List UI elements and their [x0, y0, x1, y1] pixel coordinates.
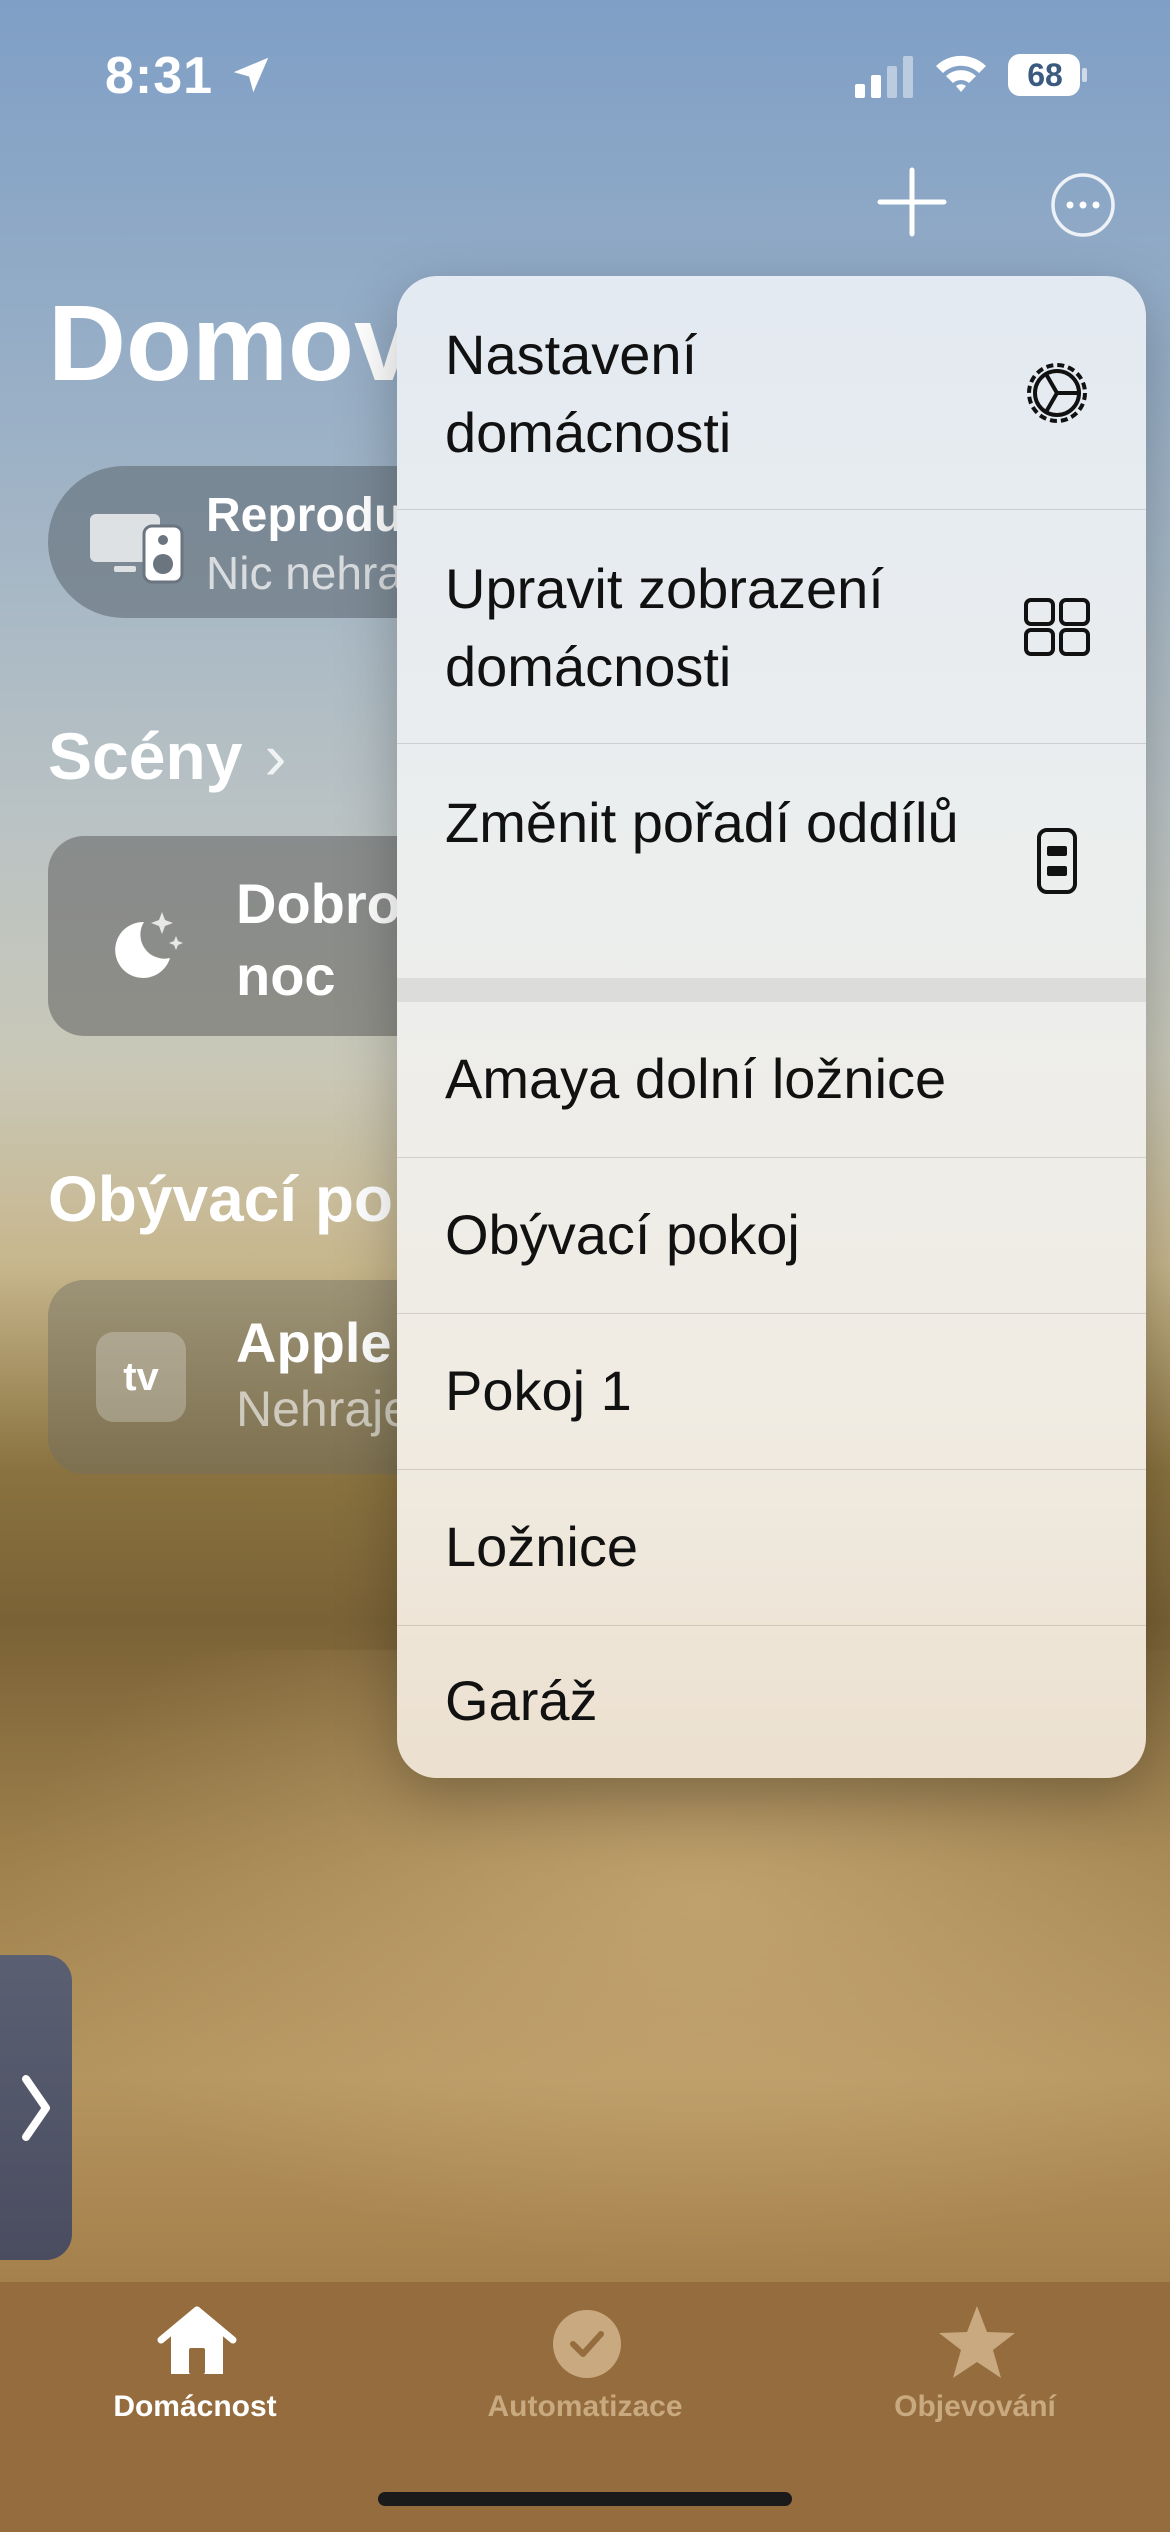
clock-check-icon	[553, 2310, 621, 2378]
tab-home[interactable]: Domácnost	[0, 2282, 390, 2482]
grid-icon	[1024, 598, 1090, 656]
battery-level: 68	[1027, 57, 1063, 93]
menu-room-label: Pokoj 1	[445, 1359, 632, 1422]
wifi-icon	[936, 55, 986, 92]
gear-icon	[1027, 363, 1087, 423]
menu-item-edit-home-view[interactable]: Upravit zobrazení domácnosti	[397, 510, 1146, 744]
status-time: 8:31	[105, 47, 214, 105]
menu-room-item[interactable]: Garáž	[397, 1626, 1146, 1778]
add-button[interactable]	[876, 166, 948, 238]
house-icon	[157, 2306, 237, 2374]
tab-discover[interactable]: Objevování	[780, 2282, 1170, 2482]
menu-room-item[interactable]: Amaya dolní ložnice	[397, 1002, 1146, 1158]
options-menu: Nastavení domácnosti Upravit zobrazení d…	[397, 276, 1146, 1778]
cellular-signal-icon	[855, 56, 913, 98]
menu-separator	[397, 978, 1146, 1002]
apple-tv-icon: tv	[96, 1332, 186, 1422]
star-icon	[939, 2306, 1015, 2378]
menu-room-item[interactable]: Pokoj 1	[397, 1314, 1146, 1470]
menu-item-label: Nastavení domácnosti	[445, 323, 732, 464]
apple-tv-subtitle: Nehraje	[236, 1381, 412, 1437]
speaker-tv-icon	[90, 514, 184, 584]
menu-item-reorder-sections[interactable]: Změnit pořadí oddílů	[397, 744, 1146, 978]
menu-room-item[interactable]: Ložnice	[397, 1470, 1146, 1626]
tab-label: Domácnost	[113, 2390, 277, 2423]
menu-room-item[interactable]: Obývací pokoj	[397, 1158, 1146, 1314]
tab-label: Objevování	[894, 2390, 1056, 2423]
chevron-right-icon: ›	[264, 719, 287, 793]
menu-room-label: Garáž	[445, 1669, 598, 1732]
chevron-right-icon	[22, 2075, 50, 2141]
menu-room-label: Obývací pokoj	[445, 1203, 800, 1266]
tab-automation[interactable]: Automatizace	[390, 2282, 780, 2482]
menu-item-home-settings[interactable]: Nastavení domácnosti	[397, 276, 1146, 510]
home-indicator	[378, 2492, 792, 2506]
status-bar: 8:31 68	[0, 0, 1170, 150]
menu-item-label: Změnit pořadí oddílů	[445, 791, 959, 854]
moon-stars-icon	[115, 912, 183, 978]
reorder-icon	[1037, 828, 1077, 894]
menu-room-label: Amaya dolní ložnice	[445, 1047, 947, 1110]
menu-room-label: Ložnice	[445, 1515, 639, 1578]
tab-label: Automatizace	[487, 2390, 683, 2423]
menu-item-label: Upravit zobrazení domácnosti	[445, 557, 884, 698]
side-drawer-handle[interactable]	[0, 1955, 72, 2260]
scenes-section-header[interactable]: Scény ›	[48, 718, 286, 794]
scenes-title: Scény	[48, 719, 243, 793]
more-options-button[interactable]	[1050, 172, 1116, 238]
page-title: Domov	[48, 282, 415, 403]
location-arrow-icon	[233, 57, 269, 93]
